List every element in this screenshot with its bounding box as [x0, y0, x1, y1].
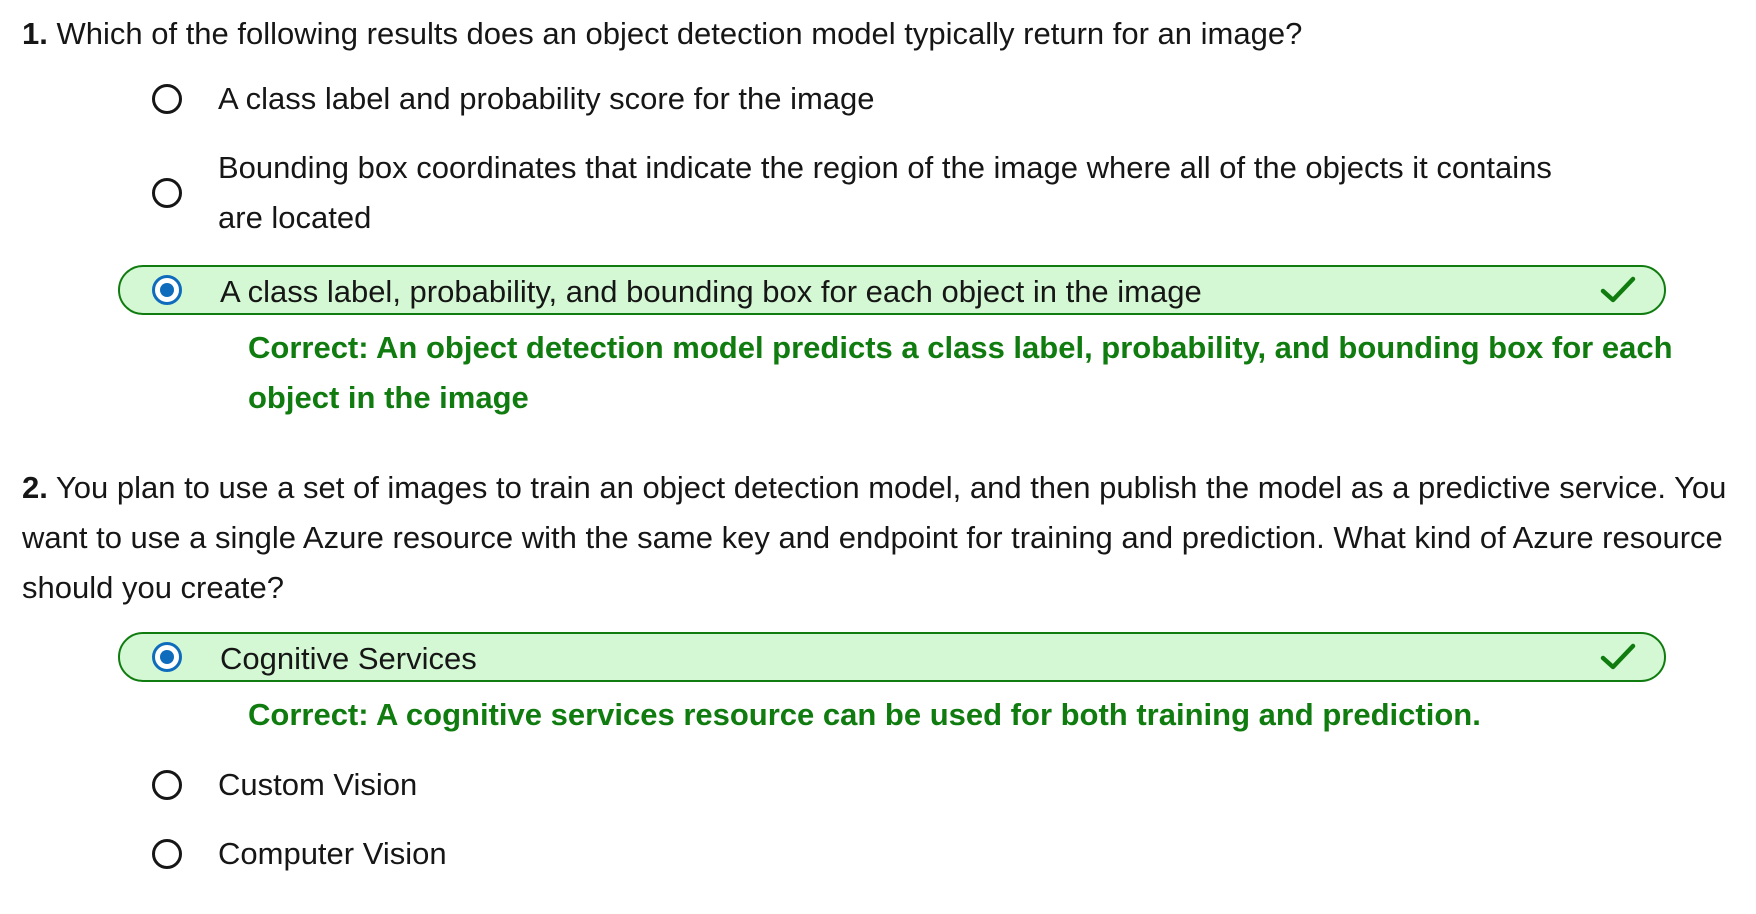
- checkmark-icon: [1600, 276, 1636, 303]
- question-1-prompt: Which of the following results does an o…: [56, 16, 1303, 51]
- q1-option-1-label: A class label and probability score for …: [218, 81, 875, 116]
- q1-option-3-label: A class label, probability, and bounding…: [220, 274, 1202, 309]
- q1-option-1[interactable]: A class label and probability score for …: [118, 74, 1666, 124]
- question-1-feedback: Correct: An object detection model predi…: [248, 330, 1673, 415]
- q2-option-1[interactable]: Cognitive Services: [118, 632, 1666, 682]
- q1-option-2[interactable]: Bounding box coordinates that indicate t…: [118, 143, 1666, 243]
- q1-option-3[interactable]: A class label, probability, and bounding…: [118, 265, 1666, 315]
- q2-option-2[interactable]: Custom Vision: [118, 760, 1666, 810]
- q2-option-3[interactable]: Computer Vision: [118, 829, 1666, 879]
- question-2-options-rest: Custom Vision Computer Vision: [22, 760, 1742, 879]
- question-1-options: A class label and probability score for …: [22, 74, 1742, 315]
- question-2-text: 2. You plan to use a set of images to tr…: [22, 463, 1742, 613]
- radio-unselected-icon[interactable]: [152, 178, 182, 208]
- question-2: 2. You plan to use a set of images to tr…: [22, 463, 1742, 879]
- radio-selected-icon[interactable]: [152, 275, 182, 305]
- question-2-prompt: You plan to use a set of images to train…: [22, 470, 1727, 605]
- q2-option-2-label: Custom Vision: [218, 767, 418, 802]
- question-2-options: Cognitive Services: [22, 632, 1742, 682]
- q2-option-3-label: Computer Vision: [218, 836, 447, 871]
- checkmark-icon: [1600, 643, 1636, 670]
- question-2-number: 2.: [22, 470, 48, 505]
- question-2-feedback: Correct: A cognitive services resource c…: [248, 697, 1481, 732]
- radio-unselected-icon[interactable]: [152, 770, 182, 800]
- radio-unselected-icon[interactable]: [152, 839, 182, 869]
- q1-option-2-label: Bounding box coordinates that indicate t…: [218, 150, 1552, 235]
- question-1-number: 1.: [22, 16, 48, 51]
- question-1-text: 1. Which of the following results does a…: [22, 0, 1742, 59]
- radio-selected-icon[interactable]: [152, 642, 182, 672]
- question-1: 1. Which of the following results does a…: [22, 0, 1742, 423]
- quiz-results: 1. Which of the following results does a…: [22, 0, 1742, 879]
- radio-unselected-icon[interactable]: [152, 84, 182, 114]
- q2-option-1-label: Cognitive Services: [220, 641, 477, 676]
